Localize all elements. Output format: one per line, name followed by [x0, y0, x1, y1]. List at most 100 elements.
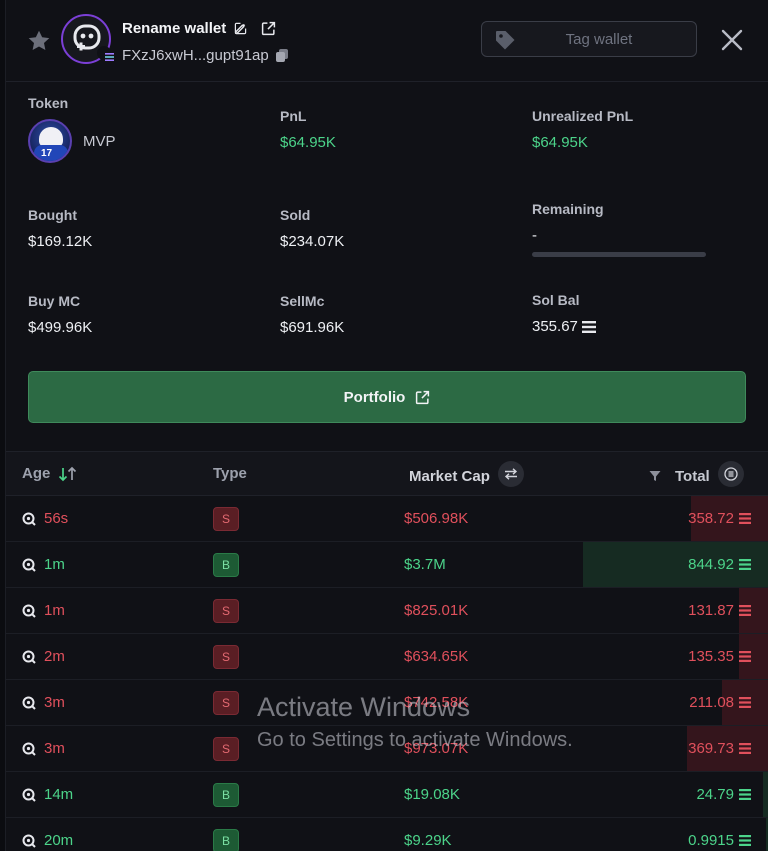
wallet-address-text: FXzJ6xwH...gupt91ap — [122, 47, 269, 64]
total-value: 369.73 — [688, 740, 734, 757]
table-row[interactable]: 56s S $506.98K 358.72 — [6, 496, 768, 542]
portfolio-button[interactable]: Portfolio — [28, 371, 746, 423]
star-icon[interactable] — [26, 28, 52, 54]
market-cap-value: $825.01K — [404, 602, 469, 619]
clock-search-icon[interactable] — [22, 788, 36, 802]
total-column-header: Total — [649, 461, 744, 487]
solana-icon — [739, 835, 751, 846]
copy-icon[interactable] — [275, 48, 289, 63]
edit-icon[interactable] — [234, 22, 247, 35]
filter-icon[interactable] — [649, 470, 661, 482]
unrealized-pnl-label: Unrealized PnL — [532, 108, 634, 124]
table-row[interactable]: 3m S $973.07K 369.73 — [6, 726, 768, 772]
market-cap-value: $634.65K — [404, 648, 469, 665]
sell-mc-stat: SellMc $691.96K — [280, 293, 344, 336]
total-value: 135.35 — [688, 648, 734, 665]
token-stat: Token 17 MVP — [28, 95, 116, 163]
clock-search-icon[interactable] — [22, 604, 36, 618]
trades-table-body: 56s S $506.98K 358.72 1m B $3.7M 844.92 — [6, 496, 768, 851]
clock-search-icon[interactable] — [22, 558, 36, 572]
buy-mc-value: $499.96K — [28, 319, 93, 336]
wallet-header: Rename wallet FXzJ6xwH...gupt91ap Tag wa… — [6, 0, 768, 82]
clock-search-icon[interactable] — [22, 742, 36, 756]
total-cell: 131.87 — [688, 602, 751, 619]
solana-icon — [739, 605, 751, 616]
unrealized-pnl-stat: Unrealized PnL $64.95K — [532, 108, 633, 151]
age-cell: 14m — [22, 786, 73, 803]
remaining-stat: Remaining - — [532, 201, 706, 257]
table-row[interactable]: 2m S $634.65K 135.35 — [6, 634, 768, 680]
currency-toggle-icon[interactable] — [717, 461, 744, 487]
sol-bal-value: 355.67 — [532, 318, 578, 335]
market-cap-value: $3.7M — [404, 556, 446, 573]
wallet-address: FXzJ6xwH...gupt91ap — [122, 47, 289, 64]
total-fill-bar — [763, 772, 768, 817]
type-badge: S — [213, 507, 239, 531]
sol-bal-stat: Sol Bal 355.67 — [532, 292, 596, 335]
sell-mc-value: $691.96K — [280, 319, 345, 336]
age-value: 3m — [44, 694, 65, 711]
clock-search-icon[interactable] — [22, 696, 36, 710]
type-badge: S — [213, 645, 239, 669]
solana-icon — [739, 513, 751, 524]
remaining-bar — [532, 252, 706, 257]
type-badge: B — [213, 829, 239, 851]
table-row[interactable]: 3m S $742.58K 211.08 — [6, 680, 768, 726]
market-cap-value: $506.98K — [404, 510, 469, 527]
unrealized-pnl-value: $64.95K — [532, 134, 588, 151]
tag-wallet-button[interactable]: Tag wallet — [481, 21, 697, 57]
clock-search-icon[interactable] — [22, 834, 36, 848]
type-header-label: Type — [213, 465, 247, 482]
table-row[interactable]: 14m B $19.08K 24.79 — [6, 772, 768, 818]
total-cell: 211.08 — [689, 694, 751, 711]
table-row[interactable]: 1m B $3.7M 844.92 — [6, 542, 768, 588]
sell-mc-label: SellMc — [280, 293, 325, 309]
remaining-value: - — [532, 227, 537, 244]
total-header-label: Total — [675, 467, 710, 485]
age-cell: 3m — [22, 694, 65, 711]
solana-icon — [581, 320, 596, 333]
bought-stat: Bought $169.12K — [28, 207, 92, 250]
sold-stat: Sold $234.07K — [280, 207, 344, 250]
type-badge: S — [213, 599, 239, 623]
total-value: 844.92 — [688, 556, 734, 573]
clock-search-icon[interactable] — [22, 650, 36, 664]
rename-wallet-label[interactable]: Rename wallet — [122, 20, 226, 37]
solana-icon — [739, 697, 751, 708]
wallet-panel: Rename wallet FXzJ6xwH...gupt91ap Tag wa… — [5, 0, 768, 851]
type-badge: S — [213, 691, 239, 715]
type-badge: B — [213, 553, 239, 577]
type-column-header: Type — [213, 465, 247, 482]
sort-icon[interactable] — [58, 466, 78, 482]
sold-value: $234.07K — [280, 233, 345, 250]
solana-icon — [739, 651, 751, 662]
market-cap-value: $19.08K — [404, 786, 460, 803]
token-name: MVP — [83, 132, 116, 150]
wallet-name: Rename wallet — [122, 20, 276, 37]
age-value: 1m — [44, 556, 65, 573]
external-link-icon[interactable] — [261, 21, 276, 36]
table-row[interactable]: 1m S $825.01K 131.87 — [6, 588, 768, 634]
total-value: 0.9915 — [688, 832, 734, 849]
sol-bal-label: Sol Bal — [532, 292, 580, 308]
solana-icon — [739, 559, 751, 570]
close-icon[interactable] — [718, 26, 746, 54]
age-column-header[interactable]: Age — [22, 465, 78, 482]
age-value: 3m — [44, 740, 65, 757]
age-cell: 20m — [22, 832, 73, 849]
total-cell: 0.9915 — [688, 832, 751, 849]
type-badge: S — [213, 737, 239, 761]
total-cell: 369.73 — [688, 740, 751, 757]
age-value: 2m — [44, 648, 65, 665]
bought-label: Bought — [28, 207, 77, 223]
age-value: 56s — [44, 510, 69, 527]
total-value: 24.79 — [696, 786, 734, 803]
total-value: 358.72 — [688, 510, 734, 527]
market-cap-value: $9.29K — [404, 832, 452, 849]
clock-search-icon[interactable] — [22, 512, 36, 526]
table-row[interactable]: 20m B $9.29K 0.9915 — [6, 818, 768, 851]
swap-icon[interactable] — [497, 461, 524, 487]
solana-icon — [739, 743, 751, 754]
type-badge: B — [213, 783, 239, 807]
external-link-icon — [416, 390, 430, 404]
